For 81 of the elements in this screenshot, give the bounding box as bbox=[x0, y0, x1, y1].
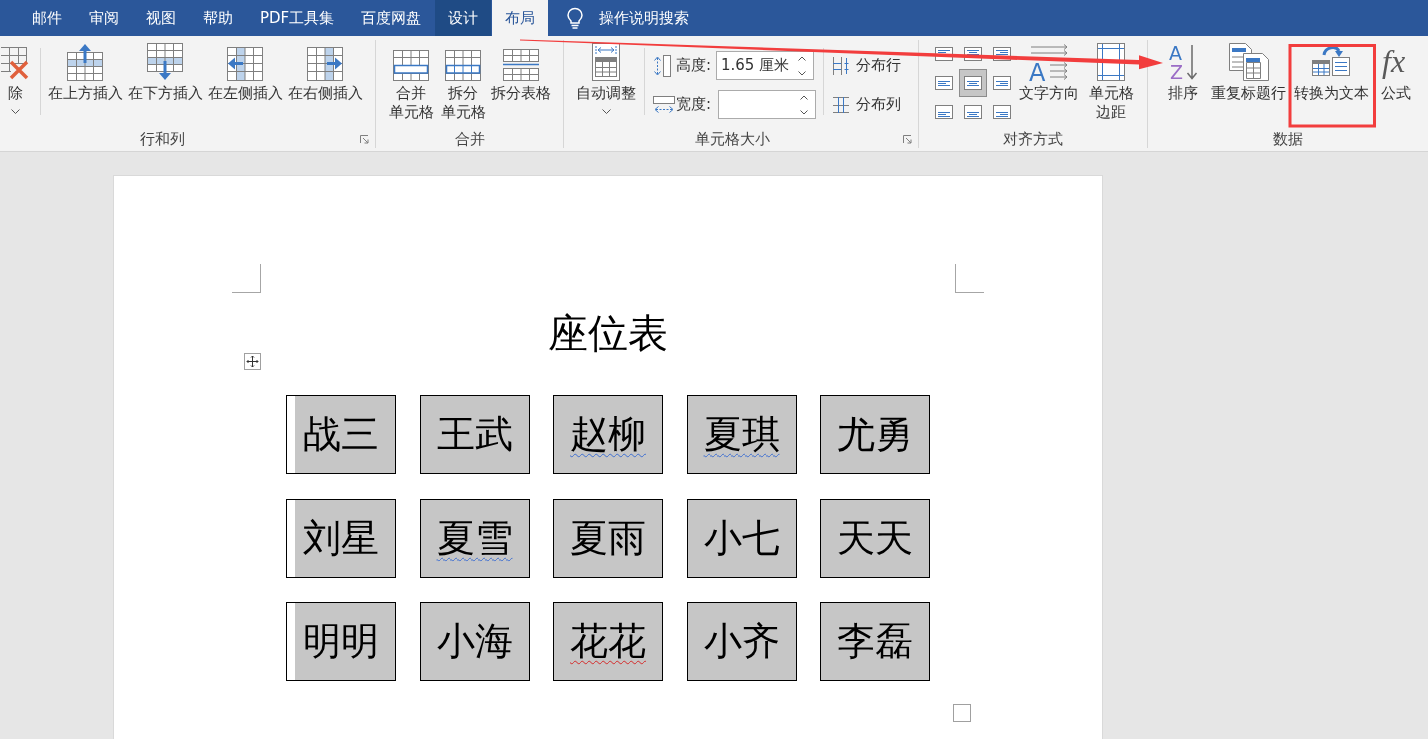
table-cell: 小齐 bbox=[686, 602, 797, 681]
ribbon-button[interactable]: 除 bbox=[0, 40, 30, 126]
group-label: 数据 bbox=[1272, 130, 1304, 148]
merge-cells-icon bbox=[393, 50, 429, 81]
number-field[interactable]: 1.65 厘米 bbox=[716, 51, 814, 80]
table-cell: 夏琪 bbox=[686, 395, 797, 474]
spinner-icon[interactable] bbox=[799, 93, 809, 116]
table-cell: 李磊 bbox=[820, 602, 930, 681]
split-table-icon bbox=[503, 49, 539, 81]
spinner-icon[interactable] bbox=[797, 54, 807, 77]
group-label: 对齐方式 bbox=[1002, 130, 1064, 148]
ribbon-button[interactable]: 分布列 bbox=[833, 90, 901, 119]
ribbon-tab[interactable]: PDF工具集 bbox=[247, 0, 348, 36]
alignment-icon bbox=[935, 105, 953, 119]
ribbon-button[interactable]: 转换为文本 bbox=[1292, 40, 1370, 126]
ribbon-button[interactable]: 拆分单元格 bbox=[440, 40, 486, 126]
ribbon-button[interactable]: A Z 排序 bbox=[1165, 40, 1200, 126]
split-cells-icon bbox=[445, 50, 481, 81]
tell-me-search[interactable]: 操作说明搜索 bbox=[566, 0, 690, 36]
alignment-icon bbox=[964, 105, 982, 119]
resize-handle-icon[interactable] bbox=[953, 704, 971, 722]
table-cell: 明明 bbox=[286, 602, 396, 681]
ribbon-tab[interactable]: 帮助 bbox=[190, 0, 246, 36]
ribbon-button[interactable]: A 文字方向 bbox=[1019, 40, 1079, 126]
ribbon-button[interactable]: 在上方插入 bbox=[45, 40, 125, 126]
margin-corner-mark bbox=[955, 264, 984, 293]
ribbon-button[interactable]: 在右侧插入 bbox=[285, 40, 365, 126]
repeat-header-rows-icon bbox=[1228, 43, 1269, 81]
group-label: 行和列 bbox=[138, 130, 186, 148]
table-cell: 花花 bbox=[553, 602, 663, 681]
ribbon-button[interactable]: 在下方插入 bbox=[125, 40, 205, 126]
formula-icon: fx bbox=[1381, 43, 1411, 81]
distribute-rows-icon bbox=[833, 56, 849, 75]
number-field[interactable] bbox=[718, 90, 816, 119]
field-label: 高度: bbox=[676, 56, 711, 75]
ribbon-tab[interactable]: 设计 bbox=[435, 0, 492, 36]
insert-row-below-icon bbox=[147, 43, 183, 81]
alignment-icon bbox=[964, 76, 982, 90]
autofit-table-icon bbox=[592, 43, 620, 81]
move-handle-icon[interactable] bbox=[244, 353, 261, 370]
row-height-icon bbox=[653, 54, 671, 77]
table-cell: 小海 bbox=[419, 602, 530, 681]
ribbon-tab[interactable]: 视图 bbox=[133, 0, 189, 36]
column-width-icon bbox=[653, 95, 675, 114]
ribbon-button[interactable]: 自动调整 bbox=[576, 40, 636, 126]
table-cell: 天天 bbox=[820, 498, 930, 578]
document-title: 座位表 bbox=[548, 309, 668, 357]
ribbon-tab[interactable]: 审阅 bbox=[76, 0, 132, 36]
table-cell: 尤勇 bbox=[820, 395, 930, 474]
insert-row-above-icon bbox=[67, 43, 103, 81]
table-cell: 夏雪 bbox=[419, 498, 530, 578]
dialog-launcher-icon[interactable] bbox=[360, 134, 369, 144]
table-cell: 刘星 bbox=[286, 498, 396, 578]
alignment-icon bbox=[935, 76, 953, 90]
table-cell: 王武 bbox=[419, 395, 530, 474]
group-label: 单元格大小 bbox=[693, 130, 771, 148]
ribbon-button[interactable]: 拆分表格 bbox=[491, 40, 551, 126]
insert-column-right-icon bbox=[307, 47, 343, 81]
field-label: 宽度: bbox=[676, 95, 713, 114]
alignment-icon bbox=[993, 76, 1011, 90]
table-cell: 赵柳 bbox=[553, 395, 663, 474]
ribbon-button[interactable]: 在左侧插入 bbox=[205, 40, 285, 126]
insert-column-left-icon bbox=[227, 47, 263, 81]
lightbulb-icon bbox=[566, 7, 585, 29]
table-cell: 小七 bbox=[686, 498, 797, 578]
group-label: 合并 bbox=[453, 130, 486, 148]
dialog-launcher-icon[interactable] bbox=[903, 134, 912, 144]
table-cell: 战三 bbox=[286, 395, 396, 474]
ribbon-button[interactable]: 重复标题行 bbox=[1210, 40, 1287, 126]
ribbon-button[interactable]: 分布行 bbox=[833, 51, 901, 80]
alignment-icon bbox=[993, 105, 1011, 119]
align-button[interactable] bbox=[959, 69, 987, 97]
margin-corner-mark bbox=[232, 264, 261, 293]
ribbon-tab[interactable]: 邮件 bbox=[19, 0, 75, 36]
table-delete-icon bbox=[1, 45, 29, 81]
ribbon-tab[interactable]: 百度网盘 bbox=[348, 0, 435, 36]
ribbon-button[interactable]: fx 公式 bbox=[1378, 40, 1414, 126]
ribbon-button[interactable]: 合并单元格 bbox=[388, 40, 434, 126]
ribbon-tab[interactable]: 布局 bbox=[492, 0, 549, 36]
distribute-columns-icon bbox=[833, 96, 849, 113]
table-cell: 夏雨 bbox=[553, 498, 663, 578]
